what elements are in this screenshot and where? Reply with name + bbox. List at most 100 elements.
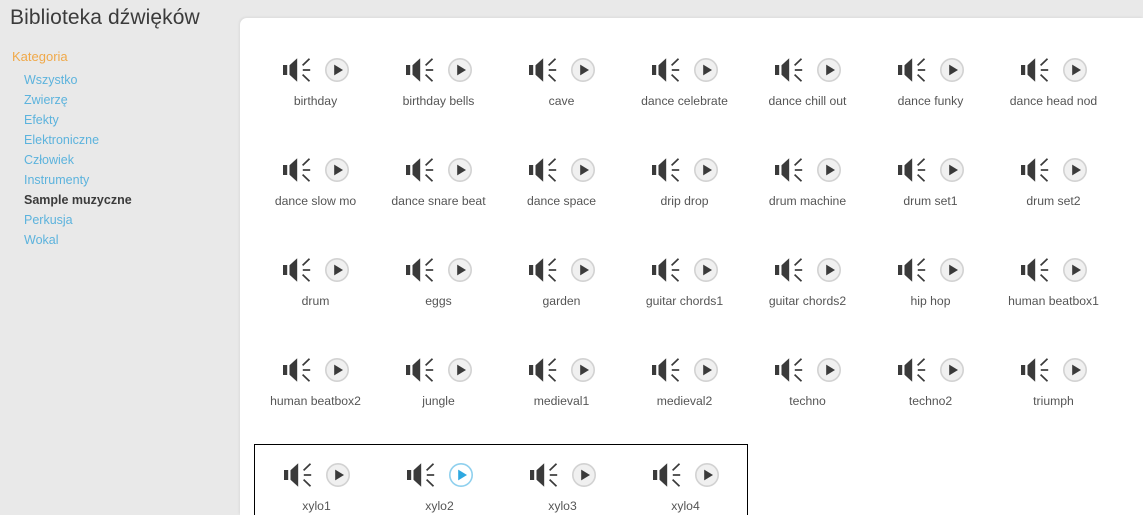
speaker-icon [897,255,933,285]
sound-item[interactable]: human beatbox2 [254,340,377,440]
sound-item[interactable]: birthday bells [377,40,500,140]
play-icon[interactable] [324,257,350,283]
play-icon[interactable] [447,57,473,83]
play-icon[interactable] [570,57,596,83]
sound-item[interactable]: xylo2 [378,445,501,515]
speaker-icon [406,460,442,490]
play-icon[interactable] [693,257,719,283]
sound-item-icons [405,50,473,90]
play-icon[interactable] [694,462,720,488]
sidebar-item-wszystko[interactable]: Wszystko [12,70,240,90]
sound-item[interactable]: drip drop [623,140,746,240]
sound-item-icons [651,50,719,90]
sound-item[interactable]: dance head nod [992,40,1115,140]
play-icon[interactable] [447,257,473,283]
sound-item[interactable]: medieval2 [623,340,746,440]
play-icon[interactable] [1062,257,1088,283]
sound-item[interactable]: triumph [992,340,1115,440]
sidebar-item-instrumenty[interactable]: Instrumenty [12,170,240,190]
speaker-icon [405,55,441,85]
sound-item[interactable]: drum set1 [869,140,992,240]
sound-item-icons [1020,250,1088,290]
sound-item[interactable]: cave [500,40,623,140]
play-icon[interactable] [693,357,719,383]
sidebar-item-efekty[interactable]: Efekty [12,110,240,130]
play-icon[interactable] [324,57,350,83]
sound-item[interactable]: guitar chords2 [746,240,869,340]
sound-item-icons [1020,350,1088,390]
speaker-icon [405,155,441,185]
sidebar-item-wokal[interactable]: Wokal [12,230,240,250]
sidebar-item-sample-muzyczne[interactable]: Sample muzyczne [12,190,240,210]
play-icon[interactable] [1062,357,1088,383]
sound-item[interactable]: dance funky [869,40,992,140]
play-icon[interactable] [816,357,842,383]
sound-item-icons [774,50,842,90]
sound-item[interactable]: dance snare beat [377,140,500,240]
speaker-icon [282,255,318,285]
sound-item[interactable]: dance celebrate [623,40,746,140]
sound-item[interactable]: dance chill out [746,40,869,140]
play-icon[interactable] [570,157,596,183]
play-icon[interactable] [816,157,842,183]
play-icon[interactable] [324,357,350,383]
sound-item[interactable]: dance slow mo [254,140,377,240]
sound-item[interactable]: drum [254,240,377,340]
sound-item-icons [529,455,597,495]
sound-item[interactable]: birthday [254,40,377,140]
speaker-icon [528,255,564,285]
play-icon[interactable] [570,357,596,383]
sound-item-icons [651,150,719,190]
sound-item-label: dance funky [897,94,964,108]
play-icon[interactable] [939,357,965,383]
sound-item[interactable]: hip hop [869,240,992,340]
play-icon[interactable] [324,157,350,183]
sound-item[interactable]: guitar chords1 [623,240,746,340]
play-icon[interactable] [939,257,965,283]
play-icon[interactable] [816,257,842,283]
sound-item[interactable]: drum machine [746,140,869,240]
sound-item-icons [897,250,965,290]
play-icon[interactable] [1062,157,1088,183]
sound-item[interactable]: dance space [500,140,623,240]
sound-item[interactable]: techno [746,340,869,440]
sound-item-label: guitar chords1 [645,294,724,308]
left-column: Biblioteka dźwięków Kategoria Wszystko Zw… [0,0,240,515]
play-icon[interactable] [939,157,965,183]
sound-item[interactable]: garden [500,240,623,340]
sound-item[interactable]: xylo4 [624,445,747,515]
sound-item[interactable]: eggs [377,240,500,340]
play-icon[interactable] [571,462,597,488]
play-icon[interactable] [447,357,473,383]
sound-item[interactable]: medieval1 [500,340,623,440]
speaker-icon [651,255,687,285]
sound-item[interactable]: xylo3 [501,445,624,515]
play-icon[interactable] [1062,57,1088,83]
sound-row: birthday birthday bells cave dance celebrat… [254,40,1143,140]
sound-item-icons [528,50,596,90]
sidebar-item-elektroniczne[interactable]: Elektroniczne [12,130,240,150]
sound-item-icons [406,455,474,495]
play-icon-active[interactable] [448,462,474,488]
play-icon[interactable] [693,157,719,183]
sound-item-icons [405,350,473,390]
sidebar-item-zwierzę[interactable]: Zwierzę [12,90,240,110]
sound-item-label: drum machine [768,194,847,208]
sound-item[interactable]: techno2 [869,340,992,440]
play-icon[interactable] [447,157,473,183]
sound-item[interactable]: human beatbox1 [992,240,1115,340]
play-icon[interactable] [939,57,965,83]
sidebar-item-perkusja[interactable]: Perkusja [12,210,240,230]
play-icon[interactable] [325,462,351,488]
play-icon[interactable] [570,257,596,283]
play-icon[interactable] [816,57,842,83]
speaker-icon [1020,55,1056,85]
sound-item[interactable]: drum set2 [992,140,1115,240]
speaker-icon [528,155,564,185]
sound-item[interactable]: jungle [377,340,500,440]
sound-item[interactable]: xylo1 [255,445,378,515]
sound-item-label: eggs [425,294,452,308]
play-icon[interactable] [693,57,719,83]
sidebar-item-człowiek[interactable]: Człowiek [12,150,240,170]
sound-row: human beatbox2 jungle medieval1 medieval2 te… [254,340,1143,440]
